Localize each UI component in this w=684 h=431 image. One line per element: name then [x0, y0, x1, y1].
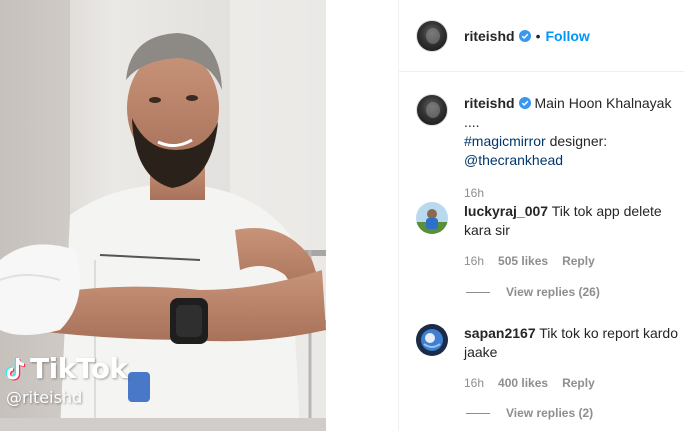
caption-body: riteishd Main Hoon Khalnayak .... #magic…: [464, 94, 684, 203]
tiktok-logo-icon: [5, 356, 26, 380]
media-area: TikTok @riteishd: [0, 0, 398, 431]
post-details-panel: riteishd • Follow riteishd Main Hoon Kha…: [398, 0, 684, 431]
comment-meta: 16h 400 likes Reply: [464, 374, 684, 393]
avatar-image: [416, 324, 448, 356]
comment-avatar[interactable]: [416, 202, 448, 234]
comment-timestamp[interactable]: 16h: [464, 374, 484, 393]
tiktok-handle: @riteishd: [6, 388, 83, 407]
author-avatar[interactable]: [416, 19, 448, 52]
tiktok-watermark: TikTok: [4, 352, 128, 385]
post-header: riteishd • Follow: [399, 0, 684, 72]
hashtag-link[interactable]: #magicmirror: [464, 133, 546, 149]
caption-username[interactable]: riteishd: [464, 95, 515, 111]
comment-body: sapan2167 Tik tok ko report kardo jaake …: [464, 324, 684, 393]
tiktok-wordmark: TikTok: [30, 352, 128, 385]
comment-item: luckyraj_007 Tik tok app delete kara sir…: [416, 202, 684, 271]
verified-badge-icon: [518, 29, 531, 42]
comment-likes[interactable]: 400 likes: [498, 374, 548, 393]
comment-timestamp[interactable]: 16h: [464, 252, 484, 271]
caption-line-1: riteishd Main Hoon Khalnayak ....: [464, 94, 684, 132]
comment-body: luckyraj_007 Tik tok app delete kara sir…: [464, 202, 684, 271]
replies-divider-line: [466, 412, 490, 414]
caption-verified-badge-icon: [518, 97, 531, 109]
comment-avatar[interactable]: [416, 324, 448, 356]
caption-line-3: @thecrankhead: [464, 151, 684, 170]
comment-meta: 16h 505 likes Reply: [464, 252, 684, 271]
caption-author-avatar[interactable]: [416, 94, 448, 126]
post-viewer: TikTok @riteishd riteishd • Follow ritei…: [0, 0, 684, 431]
mention-link[interactable]: @thecrankhead: [464, 152, 563, 168]
view-replies-label: View replies (2): [506, 406, 594, 420]
reply-button[interactable]: Reply: [562, 252, 595, 271]
avatar-image: [416, 202, 448, 234]
comment-likes[interactable]: 505 likes: [498, 252, 548, 271]
comment-username[interactable]: luckyraj_007: [464, 203, 548, 219]
view-replies-label: View replies (26): [506, 285, 600, 299]
view-replies-button[interactable]: View replies (26): [466, 285, 600, 299]
caption-line-2: #magicmirror designer:: [464, 132, 684, 151]
reply-button[interactable]: Reply: [562, 374, 595, 393]
caption-designer-label: designer:: [549, 133, 608, 149]
comment-item: sapan2167 Tik tok ko report kardo jaake …: [416, 324, 684, 393]
comment-username[interactable]: sapan2167: [464, 325, 536, 341]
video-player[interactable]: TikTok @riteishd: [0, 0, 326, 431]
caption-timestamp[interactable]: 16h: [464, 184, 684, 203]
author-username[interactable]: riteishd: [464, 28, 515, 44]
view-replies-button[interactable]: View replies (2): [466, 406, 593, 420]
replies-divider-line: [466, 291, 490, 293]
follow-button[interactable]: Follow: [545, 28, 589, 44]
post-caption: riteishd Main Hoon Khalnayak .... #magic…: [416, 94, 684, 203]
separator-dot: •: [535, 27, 541, 44]
